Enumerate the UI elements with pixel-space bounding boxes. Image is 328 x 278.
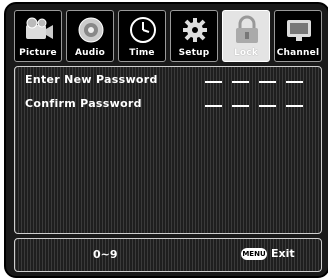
tab-time[interactable]: Time [118,10,166,62]
menu-tab-bar: Picture Audio Time Setup Lock Channel [14,10,322,62]
tab-label: Setup [178,48,210,58]
exit-label[interactable]: Exit [271,247,295,260]
menu-key-icon: MENU [241,248,267,260]
new-password-label: Enter New Password [25,73,158,86]
tab-label: Lock [233,48,259,58]
tab-label: Audio [74,48,106,58]
password-digit-slot [232,81,249,83]
tab-setup[interactable]: Setup [170,10,218,62]
confirm-password-input[interactable] [205,105,303,107]
password-digit-slot [205,81,222,83]
tab-channel[interactable]: Channel [274,10,322,62]
speaker-icon [78,17,104,43]
password-digit-slot [259,105,276,107]
new-password-row[interactable]: Enter New Password [25,73,315,89]
tab-label: Picture [19,48,57,58]
password-digit-slot [286,105,303,107]
osd-menu: Picture Audio Time Setup Lock Channel En… [4,2,328,278]
digit-range-hint: 0~9 [93,248,118,261]
lock-icon [236,15,258,43]
confirm-password-row[interactable]: Confirm Password [25,97,315,113]
clock-icon [130,17,156,43]
footer-hint-bar: 0~9 MENU Exit [14,238,322,272]
camcorder-icon [26,17,53,39]
tab-label: Channel [276,48,320,58]
password-digit-slot [286,81,303,83]
tab-label: Time [129,48,155,58]
new-password-input[interactable] [205,81,303,83]
confirm-password-label: Confirm Password [25,97,142,110]
password-digit-slot [205,105,222,107]
tab-audio[interactable]: Audio [66,10,114,62]
lock-settings-panel: Enter New Password Confirm Password [14,66,322,234]
password-digit-slot [232,105,249,107]
tv-icon [287,20,311,41]
password-digit-slot [259,81,276,83]
tab-picture[interactable]: Picture [14,10,62,62]
gear-icon [183,18,207,42]
tab-lock[interactable]: Lock [222,10,270,62]
